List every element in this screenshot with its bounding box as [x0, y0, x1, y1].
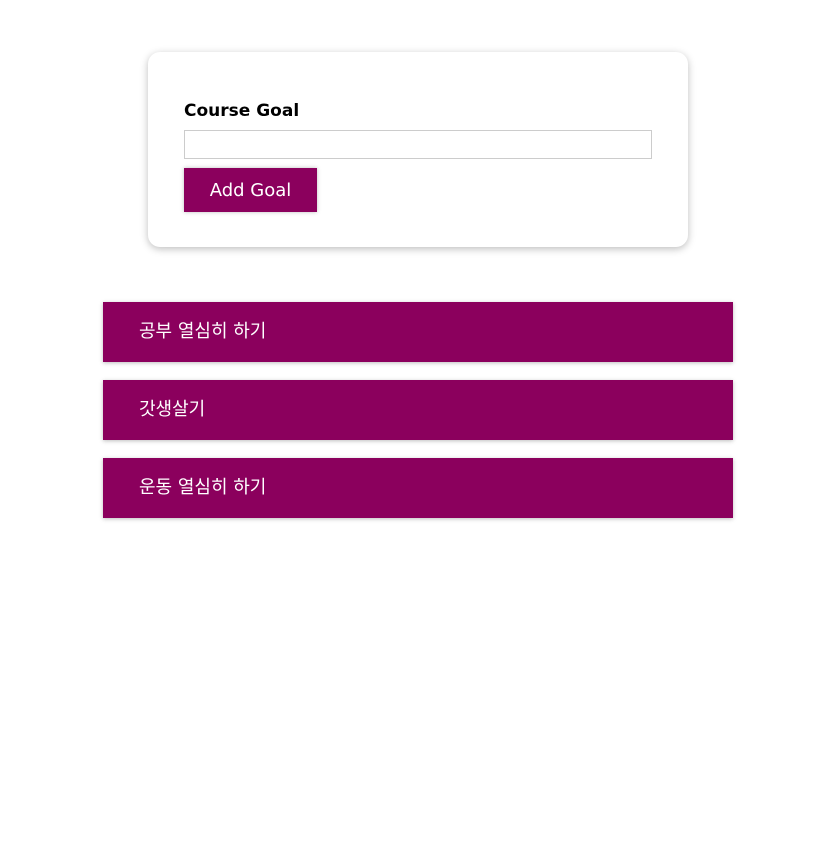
course-goal-label: Course Goal: [184, 101, 300, 121]
goal-item[interactable]: 갓생살기: [103, 380, 733, 440]
goal-item[interactable]: 운동 열심히 하기: [103, 458, 733, 518]
goal-form-card: Course Goal Add Goal: [148, 52, 688, 247]
course-goal-input[interactable]: [184, 130, 652, 159]
goal-item[interactable]: 공부 열심히 하기: [103, 302, 733, 362]
goal-list: 공부 열심히 하기 갓생살기 운동 열심히 하기: [103, 302, 733, 536]
add-goal-button[interactable]: Add Goal: [184, 168, 317, 212]
